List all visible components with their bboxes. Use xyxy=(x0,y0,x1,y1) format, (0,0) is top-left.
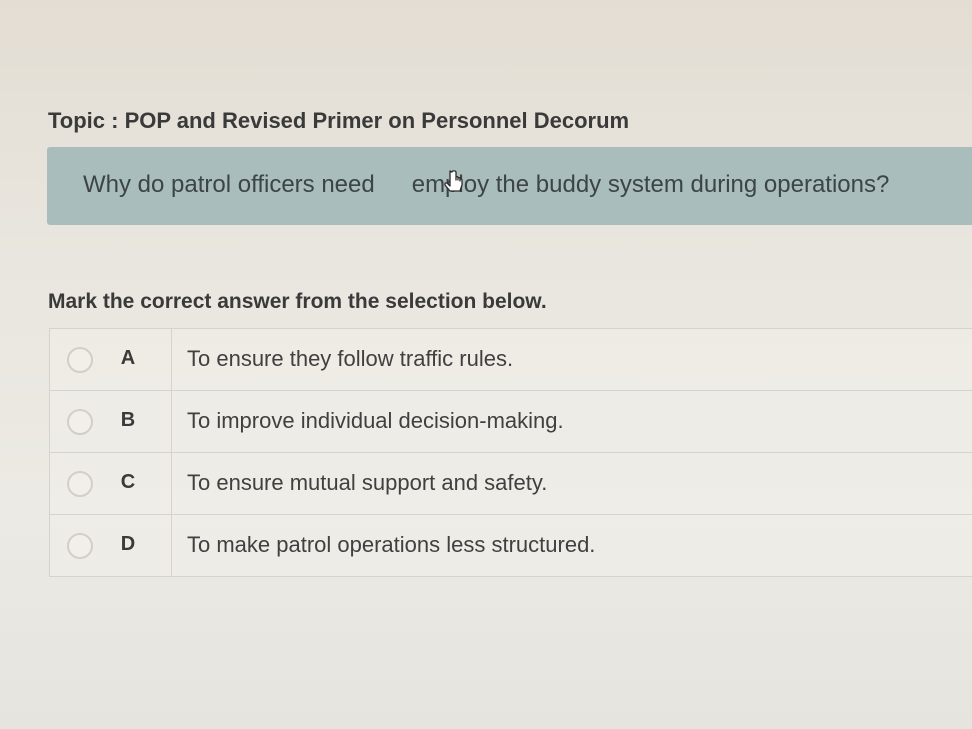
option-text[interactable]: To ensure they follow traffic rules. xyxy=(187,346,513,372)
option-selector-cell: A xyxy=(50,329,172,390)
option-letter: C xyxy=(120,471,136,493)
option-row-a[interactable]: A To ensure they follow traffic rules. xyxy=(49,329,972,391)
instruction-text: Mark the correct answer from the selecti… xyxy=(48,290,547,313)
option-text[interactable]: To make patrol operations less structure… xyxy=(187,532,595,558)
quiz-page: Topic : POP and Revised Primer on Person… xyxy=(0,0,972,729)
question-text-end: employ the buddy system during operation… xyxy=(411,171,890,198)
option-selector-cell: C xyxy=(50,453,172,514)
pointer-cursor-icon xyxy=(444,170,463,192)
question-box: Why do patrol officers need employ the bu… xyxy=(47,147,972,225)
option-text[interactable]: To improve individual decision-making. xyxy=(187,408,564,434)
radio-button-a[interactable] xyxy=(67,347,93,373)
option-selector-cell: B xyxy=(50,391,172,452)
topic-heading: Topic : POP and Revised Primer on Person… xyxy=(48,108,630,133)
radio-button-d[interactable] xyxy=(67,533,93,559)
question-text-start: Why do patrol officers need xyxy=(83,171,375,198)
radio-button-c[interactable] xyxy=(67,471,93,497)
option-row-c[interactable]: C To ensure mutual support and safety. xyxy=(49,453,972,515)
option-selector-cell: D xyxy=(50,515,172,576)
option-text[interactable]: To ensure mutual support and safety. xyxy=(187,470,547,496)
option-letter: D xyxy=(120,533,136,555)
question-text: Why do patrol officers need employ the bu… xyxy=(83,171,889,199)
option-row-d[interactable]: D To make patrol operations less structu… xyxy=(49,515,972,577)
option-letter: A xyxy=(120,347,136,369)
radio-button-b[interactable] xyxy=(67,409,93,435)
option-letter: B xyxy=(120,409,136,431)
option-row-b[interactable]: B To improve individual decision-making. xyxy=(49,391,972,453)
answer-options-list: A To ensure they follow traffic rules. B… xyxy=(49,328,972,577)
